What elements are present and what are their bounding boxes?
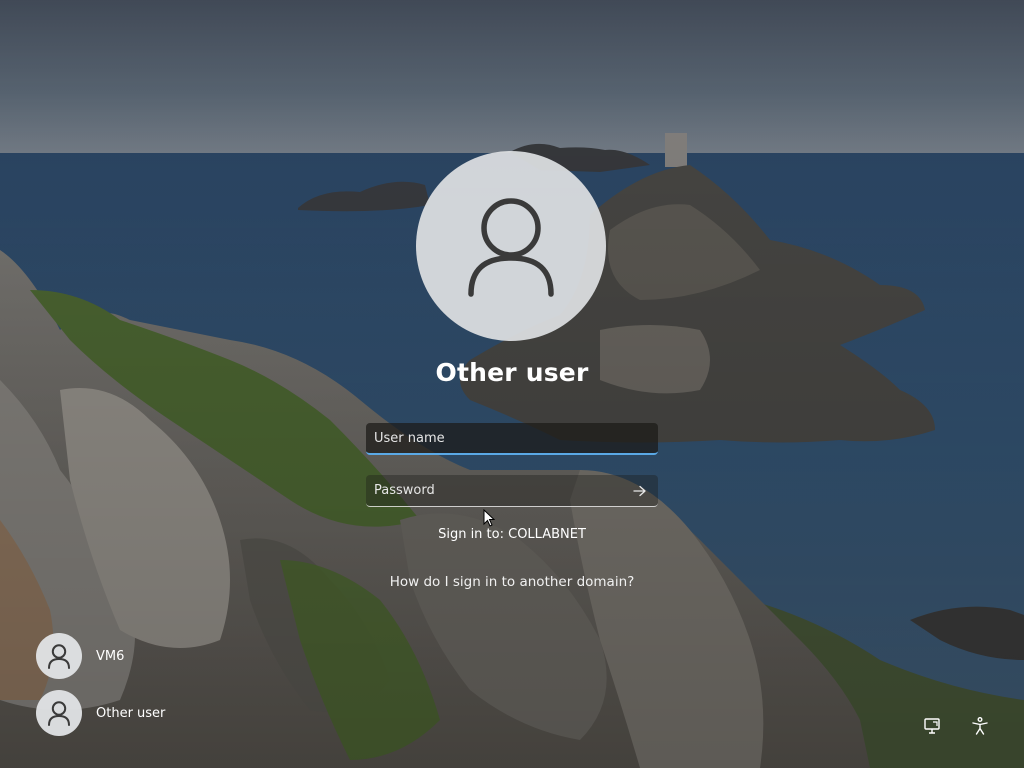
user-tile-name: Other user xyxy=(96,705,166,721)
sign-in-domain-text: Sign in to: COLLABNET xyxy=(438,527,586,542)
password-field[interactable]: Password xyxy=(366,475,658,507)
network-icon[interactable] xyxy=(921,715,943,737)
selected-user-avatar xyxy=(416,151,606,341)
username-field[interactable]: User name xyxy=(366,423,658,455)
user-tile-name: VM6 xyxy=(96,648,125,664)
selected-user-name: Other user xyxy=(435,358,589,387)
user-icon xyxy=(468,198,554,297)
user-tile-other-user[interactable]: Other user xyxy=(36,690,165,736)
user-avatar xyxy=(36,633,82,679)
user-tile-vm6[interactable]: VM6 xyxy=(36,633,124,679)
password-placeholder: Password xyxy=(374,483,435,498)
user-icon xyxy=(48,701,70,726)
mouse-cursor-icon xyxy=(483,508,496,531)
user-avatar xyxy=(36,690,82,736)
arrow-right-icon[interactable] xyxy=(630,481,650,501)
sign-in-help-link[interactable]: How do I sign in to another domain? xyxy=(352,574,672,590)
user-icon xyxy=(48,644,70,669)
accessibility-icon[interactable] xyxy=(969,715,991,737)
username-placeholder: User name xyxy=(374,430,445,446)
